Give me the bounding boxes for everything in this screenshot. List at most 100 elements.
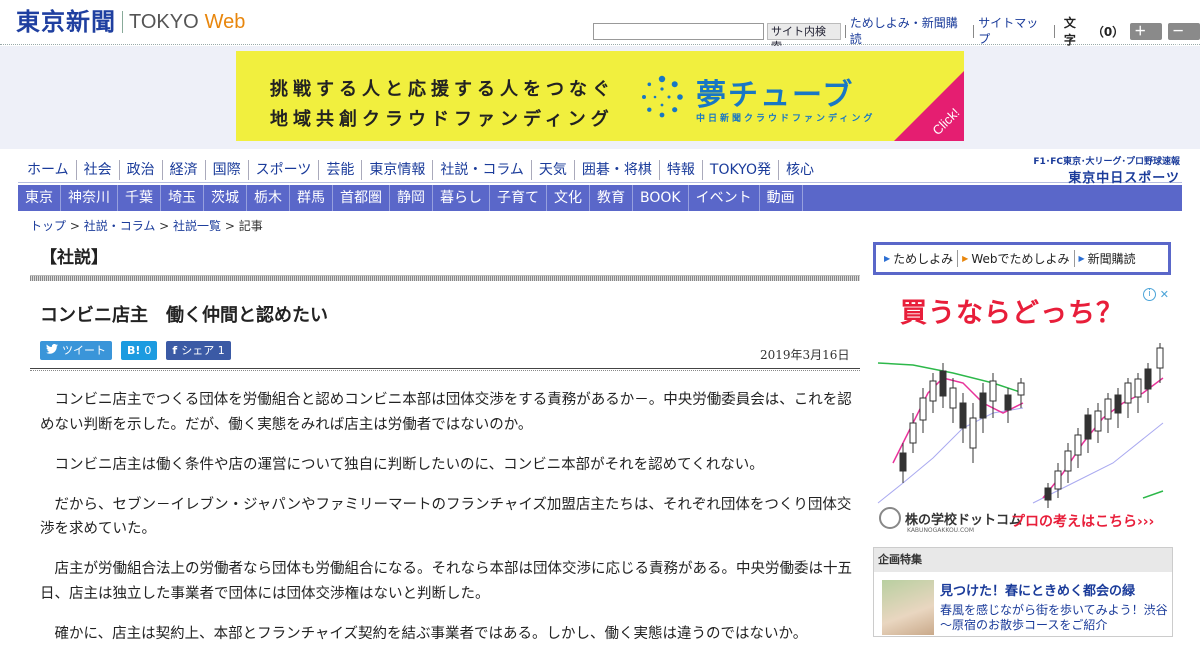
nav-home[interactable]: ホーム: [20, 160, 77, 180]
nav-weather[interactable]: 天気: [532, 160, 575, 180]
nav-book[interactable]: BOOK: [633, 185, 689, 211]
trial-read-label: ためしよみ: [893, 252, 954, 266]
nav-international[interactable]: 国際: [206, 160, 249, 180]
web-trial-read-label: Webでためしよみ: [971, 252, 1070, 266]
nav-region-gunma[interactable]: 群馬: [290, 185, 333, 211]
nav-go-shogi[interactable]: 囲碁・将棋: [575, 160, 660, 180]
chunichi-tagline: F1･FC東京･大リーグ･プロ野球速報: [1033, 157, 1180, 167]
site-search-input[interactable]: [593, 22, 764, 40]
nav-region-tochigi[interactable]: 栃木: [247, 185, 290, 211]
info-icon[interactable]: i: [1143, 288, 1156, 301]
nav-tokyo-hatsu[interactable]: TOKYO発: [703, 160, 779, 180]
facebook-share-label: シェア: [181, 344, 215, 357]
nav-region-ibaraki[interactable]: 茨城: [204, 185, 247, 211]
feature-description[interactable]: 春風を感じながら街を歩いてみよう！渋谷～原宿のお散歩コースをご紹介: [940, 603, 1170, 633]
main-nav: ホーム 社会 政治 経済 国際 スポーツ 芸能 東京情報 社説・コラム 天気 囲…: [20, 160, 821, 180]
article-paragraph: 確かに、店主は契約上、本部とフランチャイズ契約を結ぶ事業者ではある。しかし、働く…: [54, 625, 808, 642]
trial-read-link[interactable]: ▶ ためしよみ: [880, 250, 959, 267]
header-divider: [973, 24, 975, 38]
site-header: 東京新聞 TOKYO Web サイト内検索 ためしよみ・新聞購読 サイトマップ …: [0, 0, 1200, 55]
section-divider: [30, 275, 860, 281]
arrow-right-icon: ▶: [1078, 254, 1085, 263]
arrow-right-icon: ▶: [884, 254, 891, 263]
breadcrumb-editorial[interactable]: 社説・コラム: [84, 219, 156, 233]
ad-cta-label: プロの考えはこちら: [1011, 514, 1137, 530]
nav-living[interactable]: 暮らし: [433, 185, 490, 211]
arrow-right-icon: ▶: [962, 254, 969, 263]
nav-culture[interactable]: 文化: [547, 185, 590, 211]
nav-parenting[interactable]: 子育て: [490, 185, 547, 211]
regional-nav: 東京 神奈川 千葉 埼玉 茨城 栃木 群馬 首都圏 静岡 暮らし 子育て 文化 …: [18, 185, 1182, 211]
hatena-icon: B!: [127, 344, 141, 357]
header-tools: サイト内検索 ためしよみ・新聞購読 サイトマップ 文字 （0） ＋大 －小: [593, 14, 1200, 55]
newspaper-subscribe-link[interactable]: ▶ 新聞購読: [1075, 250, 1140, 267]
article-date: 2019年3月16日: [760, 348, 850, 362]
breadcrumb: トップ > 社説・コラム > 社説一覧 > 記事: [30, 217, 263, 234]
stock-school-url: KABUNOGAKKOU.COM: [907, 527, 975, 534]
feature-thumbnail[interactable]: [882, 580, 934, 635]
stock-school-logo: 株の学校ドットコム KABUNOGAKKOU.COM: [879, 507, 1022, 534]
facebook-icon: f: [172, 344, 178, 357]
nav-economy[interactable]: 経済: [163, 160, 206, 180]
facebook-share-count: 1: [217, 344, 225, 357]
nav-politics[interactable]: 政治: [120, 160, 163, 180]
nav-society[interactable]: 社会: [77, 160, 120, 180]
chevron-right-icon: ›››: [1137, 514, 1155, 530]
tweet-label: ツイート: [62, 344, 106, 357]
article-title: コンビニ店主 働く仲間と認めたい: [40, 305, 328, 326]
nav-region-shutoken[interactable]: 首都圏: [333, 185, 390, 211]
logo-web: Web: [204, 11, 246, 33]
section-title: 【社説】: [40, 248, 108, 268]
ad-headline: 買うならどっち？: [900, 298, 1124, 329]
banner-title: 夢チューブ: [696, 78, 855, 113]
facebook-share-button[interactable]: f シェア 1: [166, 341, 231, 360]
site-search-button[interactable]: サイト内検索: [767, 22, 841, 53]
nav-video[interactable]: 動画: [760, 185, 803, 211]
nav-region-saitama[interactable]: 埼玉: [161, 185, 204, 211]
candlestick-chart-illustration: [877, 343, 1164, 508]
font-size-value: （0）: [1091, 24, 1125, 39]
chunichi-sports-link[interactable]: F1･FC東京･大リーグ･プロ野球速報 東京中日スポーツ: [1020, 154, 1180, 186]
font-smaller-button[interactable]: －小: [1168, 22, 1200, 55]
hatena-count: 0: [144, 344, 152, 357]
stock-school-ad[interactable]: 買うならどっち？ i ✕ 株の学校ドットコム KABUNOGAKKOU.COM …: [873, 285, 1173, 535]
nav-entertainment[interactable]: 芸能: [319, 160, 363, 180]
chunichi-logo: 東京中日スポーツ: [1068, 171, 1180, 186]
nav-editorial[interactable]: 社説・コラム: [433, 160, 532, 180]
breadcrumb-top[interactable]: トップ: [30, 219, 66, 233]
breadcrumb-separator: >: [66, 219, 84, 233]
nav-tokyo-info[interactable]: 東京情報: [362, 160, 434, 180]
nav-region-tokyo[interactable]: 東京: [18, 185, 61, 211]
feature-box: 企画特集 見つけた！春にときめく都会の緑 春風を感じながら街を歩いてみよう！渋谷…: [873, 547, 1173, 637]
hatena-bookmark-button[interactable]: B! 0: [121, 341, 158, 360]
logo-english: TOKYO: [129, 11, 199, 33]
sitemap-link[interactable]: サイトマップ: [978, 15, 1050, 47]
nav-tokuho[interactable]: 特報: [660, 160, 703, 180]
nav-education[interactable]: 教育: [590, 185, 633, 211]
breadcrumb-separator: >: [221, 219, 239, 233]
article-divider: [30, 368, 860, 371]
nav-region-kanagawa[interactable]: 神奈川: [61, 185, 118, 211]
article-paragraph: だから、セブン－イレブン・ジャパンやファミリーマートのフランチャイズ加盟店主たち…: [40, 496, 852, 538]
font-larger-button[interactable]: ＋大: [1130, 22, 1163, 55]
close-icon[interactable]: ✕: [1160, 288, 1169, 301]
nav-region-chiba[interactable]: 千葉: [118, 185, 161, 211]
subscribe-link[interactable]: ためしよみ・新聞購読: [850, 15, 970, 47]
breadcrumb-current: 記事: [238, 219, 263, 233]
nav-kakushin[interactable]: 核心: [779, 160, 821, 180]
ad-call-to-action[interactable]: プロの考えはこちら›››: [1011, 511, 1154, 531]
feature-title[interactable]: 見つけた！春にときめく都会の緑: [940, 580, 1135, 599]
nav-sports[interactable]: スポーツ: [249, 160, 320, 180]
crowdfunding-banner[interactable]: 挑戦する人と応援する人をつなぐ 地域共創クラウドファンディング 夢チューブ 中日…: [236, 51, 964, 141]
dots-circle-icon: [642, 75, 683, 118]
tweet-button[interactable]: ツイート: [40, 341, 112, 360]
web-trial-read-link[interactable]: ▶ Webでためしよみ: [958, 250, 1075, 267]
header-divider: [844, 24, 846, 38]
nav-region-shizuoka[interactable]: 静岡: [390, 185, 433, 211]
banner-area: 挑戦する人と応援する人をつなぐ 地域共創クラウドファンディング 夢チューブ 中日…: [0, 46, 1200, 149]
breadcrumb-editorial-list[interactable]: 社説一覧: [173, 219, 221, 233]
nav-event[interactable]: イベント: [689, 185, 760, 211]
banner-line-1: 挑戦する人と応援する人をつなぐ: [270, 79, 615, 100]
site-logo[interactable]: 東京新聞 TOKYO Web: [16, 8, 245, 36]
banner-line-2: 地域共創クラウドファンディング: [270, 109, 614, 130]
